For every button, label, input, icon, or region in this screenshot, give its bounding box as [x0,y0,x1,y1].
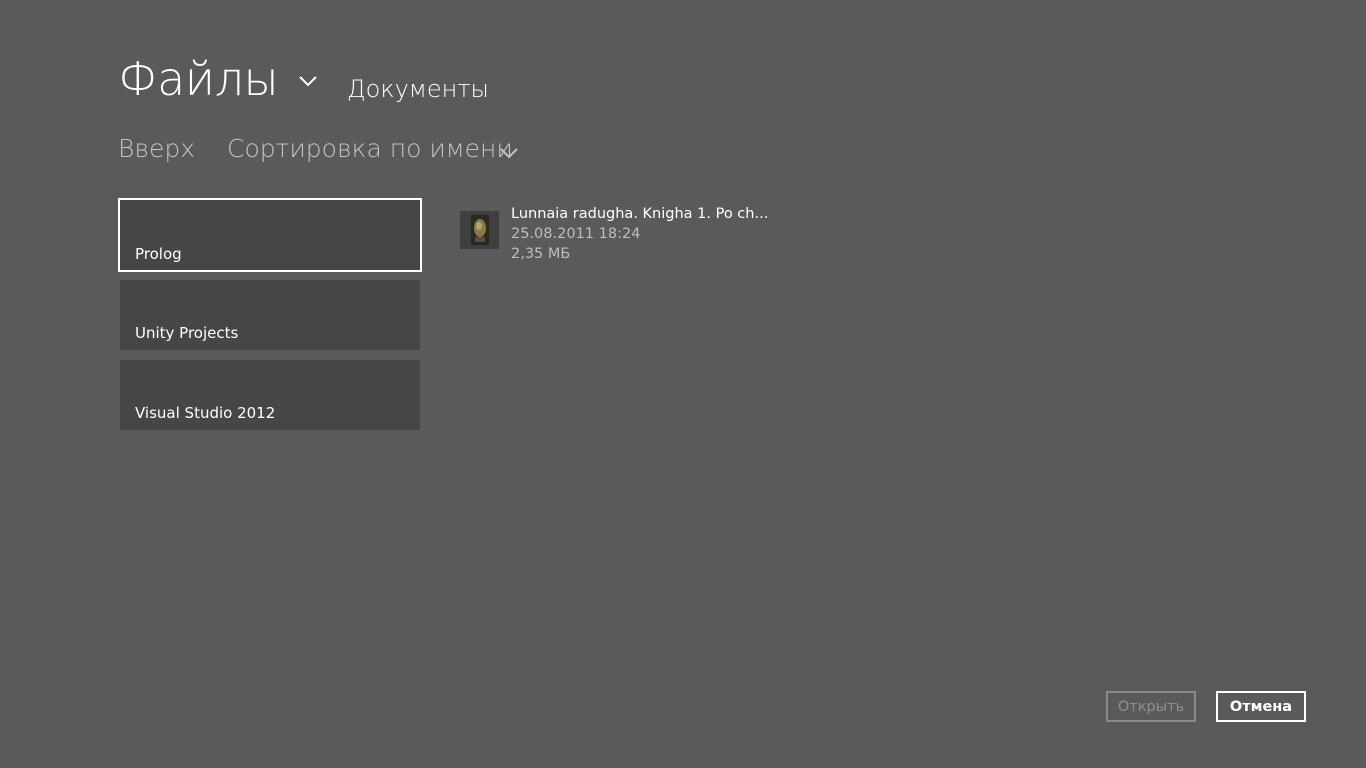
folder-tile-prolog[interactable]: Prolog [118,198,422,272]
file-date: 25.08.2011 18:24 [511,226,641,242]
folder-label: Prolog [135,245,182,263]
open-button[interactable]: Открыть [1106,691,1196,722]
chevron-down-icon[interactable] [298,74,318,88]
sort-dropdown[interactable]: Сортировка по имени [227,134,513,163]
folder-tile-unity-projects[interactable]: Unity Projects [120,280,420,350]
file-picker: Файлы Документы Вверх Сортировка по имен… [0,0,1366,768]
cancel-button[interactable]: Отмена [1216,691,1306,722]
current-location: Документы [347,75,489,103]
up-button[interactable]: Вверх [118,134,195,163]
folder-label: Unity Projects [135,324,239,342]
book-cover-thumbnail-icon [460,211,499,249]
folder-tile-visual-studio-2012[interactable]: Visual Studio 2012 [120,360,420,430]
file-name: Lunnaia radugha. Knigha 1. Po ch... [511,206,769,222]
folder-label: Visual Studio 2012 [135,404,276,422]
page-title[interactable]: Файлы [118,52,279,106]
file-size: 2,35 МБ [511,246,571,262]
file-item[interactable]: Lunnaia radugha. Knigha 1. Po ch... 25.0… [460,204,790,268]
chevron-down-icon[interactable] [499,146,519,160]
